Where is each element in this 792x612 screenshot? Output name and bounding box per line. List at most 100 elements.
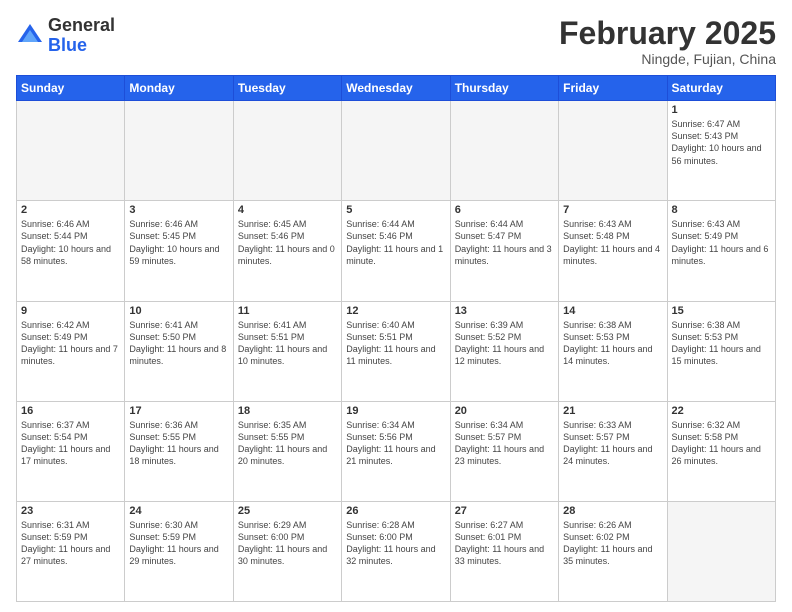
weekday-header: Wednesday bbox=[342, 76, 450, 101]
day-info: Sunrise: 6:42 AMSunset: 5:49 PMDaylight:… bbox=[21, 319, 120, 368]
day-number: 16 bbox=[21, 405, 120, 417]
day-info: Sunrise: 6:35 AMSunset: 5:55 PMDaylight:… bbox=[238, 419, 337, 468]
page: General Blue February 2025 Ningde, Fujia… bbox=[0, 0, 792, 612]
day-info: Sunrise: 6:46 AMSunset: 5:45 PMDaylight:… bbox=[129, 218, 228, 267]
calendar-cell bbox=[233, 101, 341, 201]
calendar-cell: 7Sunrise: 6:43 AMSunset: 5:48 PMDaylight… bbox=[559, 201, 667, 301]
day-info: Sunrise: 6:31 AMSunset: 5:59 PMDaylight:… bbox=[21, 519, 120, 568]
day-number: 17 bbox=[129, 405, 228, 417]
day-number: 27 bbox=[455, 505, 554, 517]
day-info: Sunrise: 6:27 AMSunset: 6:01 PMDaylight:… bbox=[455, 519, 554, 568]
calendar-header: SundayMondayTuesdayWednesdayThursdayFrid… bbox=[17, 76, 776, 101]
calendar-week-row: 16 Sunrise: 6:37 AMSunset: 5:54 PMDayligh… bbox=[17, 401, 776, 501]
calendar-cell: 14 Sunrise: 6:38 AMSunset: 5:53 PMDayligh… bbox=[559, 301, 667, 401]
calendar-cell: 2 Sunrise: 6:46 AMSunset: 5:44 PMDaylight… bbox=[17, 201, 125, 301]
day-info: Sunrise: 6:34 AMSunset: 5:56 PMDaylight:… bbox=[346, 419, 445, 468]
calendar-cell: 17 Sunrise: 6:36 AMSunset: 5:55 PMDayligh… bbox=[125, 401, 233, 501]
calendar-cell bbox=[559, 101, 667, 201]
day-number: 20 bbox=[455, 405, 554, 417]
day-info: Sunrise: 6:41 AMSunset: 5:51 PMDaylight:… bbox=[238, 319, 337, 368]
title-block: February 2025 Ningde, Fujian, China bbox=[559, 16, 776, 67]
day-number: 9 bbox=[21, 305, 120, 317]
day-info: Sunrise: 6:38 AMSunset: 5:53 PMDaylight:… bbox=[563, 319, 662, 368]
calendar-cell: 27 Sunrise: 6:27 AMSunset: 6:01 PMDayligh… bbox=[450, 501, 558, 601]
calendar-cell: 28 Sunrise: 6:26 AMSunset: 6:02 PMDayligh… bbox=[559, 501, 667, 601]
weekday-header: Monday bbox=[125, 76, 233, 101]
calendar-cell: 1 Sunrise: 6:47 AMSunset: 5:43 PMDaylight… bbox=[667, 101, 775, 201]
calendar-cell: 11 Sunrise: 6:41 AMSunset: 5:51 PMDayligh… bbox=[233, 301, 341, 401]
day-number: 3 bbox=[129, 204, 228, 216]
day-number: 25 bbox=[238, 505, 337, 517]
logo-general: General bbox=[48, 16, 115, 36]
day-number: 26 bbox=[346, 505, 445, 517]
day-info: Sunrise: 6:32 AMSunset: 5:58 PMDaylight:… bbox=[672, 419, 771, 468]
weekday-header: Saturday bbox=[667, 76, 775, 101]
calendar-cell bbox=[450, 101, 558, 201]
calendar-cell: 10Sunrise: 6:41 AMSunset: 5:50 PMDayligh… bbox=[125, 301, 233, 401]
day-info: Sunrise: 6:47 AMSunset: 5:43 PMDaylight:… bbox=[672, 118, 771, 167]
day-number: 14 bbox=[563, 305, 662, 317]
calendar-cell: 5 Sunrise: 6:44 AMSunset: 5:46 PMDaylight… bbox=[342, 201, 450, 301]
day-info: Sunrise: 6:46 AMSunset: 5:44 PMDaylight:… bbox=[21, 218, 120, 267]
weekday-header: Thursday bbox=[450, 76, 558, 101]
calendar-cell: 19 Sunrise: 6:34 AMSunset: 5:56 PMDayligh… bbox=[342, 401, 450, 501]
day-info: Sunrise: 6:34 AMSunset: 5:57 PMDaylight:… bbox=[455, 419, 554, 468]
calendar-cell: 23 Sunrise: 6:31 AMSunset: 5:59 PMDayligh… bbox=[17, 501, 125, 601]
day-info: Sunrise: 6:26 AMSunset: 6:02 PMDaylight:… bbox=[563, 519, 662, 568]
day-number: 28 bbox=[563, 505, 662, 517]
calendar-week-row: 9 Sunrise: 6:42 AMSunset: 5:49 PMDaylight… bbox=[17, 301, 776, 401]
day-number: 18 bbox=[238, 405, 337, 417]
day-number: 2 bbox=[21, 204, 120, 216]
day-number: 10 bbox=[129, 305, 228, 317]
day-number: 19 bbox=[346, 405, 445, 417]
weekday-header: Tuesday bbox=[233, 76, 341, 101]
day-info: Sunrise: 6:28 AMSunset: 6:00 PMDaylight:… bbox=[346, 519, 445, 568]
calendar-body: 1 Sunrise: 6:47 AMSunset: 5:43 PMDaylight… bbox=[17, 101, 776, 602]
calendar-cell: 25 Sunrise: 6:29 AMSunset: 6:00 PMDayligh… bbox=[233, 501, 341, 601]
calendar-table: SundayMondayTuesdayWednesdayThursdayFrid… bbox=[16, 75, 776, 602]
calendar-week-row: 1 Sunrise: 6:47 AMSunset: 5:43 PMDaylight… bbox=[17, 101, 776, 201]
calendar-cell: 4Sunrise: 6:45 AMSunset: 5:46 PMDaylight… bbox=[233, 201, 341, 301]
day-info: Sunrise: 6:29 AMSunset: 6:00 PMDaylight:… bbox=[238, 519, 337, 568]
day-info: Sunrise: 6:44 AMSunset: 5:46 PMDaylight:… bbox=[346, 218, 445, 267]
calendar-week-row: 23 Sunrise: 6:31 AMSunset: 5:59 PMDayligh… bbox=[17, 501, 776, 601]
calendar-cell bbox=[17, 101, 125, 201]
day-info: Sunrise: 6:43 AMSunset: 5:48 PMDaylight:… bbox=[563, 218, 662, 267]
calendar-cell: 18 Sunrise: 6:35 AMSunset: 5:55 PMDayligh… bbox=[233, 401, 341, 501]
day-number: 11 bbox=[238, 305, 337, 317]
day-info: Sunrise: 6:40 AMSunset: 5:51 PMDaylight:… bbox=[346, 319, 445, 368]
day-number: 23 bbox=[21, 505, 120, 517]
calendar-cell: 3 Sunrise: 6:46 AMSunset: 5:45 PMDaylight… bbox=[125, 201, 233, 301]
day-number: 24 bbox=[129, 505, 228, 517]
day-info: Sunrise: 6:36 AMSunset: 5:55 PMDaylight:… bbox=[129, 419, 228, 468]
calendar-week-row: 2 Sunrise: 6:46 AMSunset: 5:44 PMDaylight… bbox=[17, 201, 776, 301]
day-info: Sunrise: 6:43 AMSunset: 5:49 PMDaylight:… bbox=[672, 218, 771, 267]
logo-text: General Blue bbox=[48, 16, 115, 56]
calendar-cell: 24 Sunrise: 6:30 AMSunset: 5:59 PMDayligh… bbox=[125, 501, 233, 601]
weekday-row: SundayMondayTuesdayWednesdayThursdayFrid… bbox=[17, 76, 776, 101]
day-info: Sunrise: 6:37 AMSunset: 5:54 PMDaylight:… bbox=[21, 419, 120, 468]
location: Ningde, Fujian, China bbox=[559, 51, 776, 67]
calendar-cell: 6Sunrise: 6:44 AMSunset: 5:47 PMDaylight… bbox=[450, 201, 558, 301]
day-info: Sunrise: 6:30 AMSunset: 5:59 PMDaylight:… bbox=[129, 519, 228, 568]
day-number: 12 bbox=[346, 305, 445, 317]
weekday-header: Friday bbox=[559, 76, 667, 101]
day-number: 4 bbox=[238, 204, 337, 216]
calendar-cell bbox=[342, 101, 450, 201]
weekday-header: Sunday bbox=[17, 76, 125, 101]
day-number: 21 bbox=[563, 405, 662, 417]
logo-blue: Blue bbox=[48, 36, 115, 56]
day-number: 8 bbox=[672, 204, 771, 216]
calendar-cell: 20 Sunrise: 6:34 AMSunset: 5:57 PMDayligh… bbox=[450, 401, 558, 501]
month-year: February 2025 bbox=[559, 16, 776, 51]
header: General Blue February 2025 Ningde, Fujia… bbox=[16, 16, 776, 67]
calendar-cell: 16 Sunrise: 6:37 AMSunset: 5:54 PMDayligh… bbox=[17, 401, 125, 501]
calendar-cell: 21 Sunrise: 6:33 AMSunset: 5:57 PMDayligh… bbox=[559, 401, 667, 501]
day-info: Sunrise: 6:33 AMSunset: 5:57 PMDaylight:… bbox=[563, 419, 662, 468]
day-number: 1 bbox=[672, 104, 771, 116]
day-number: 6 bbox=[455, 204, 554, 216]
calendar-cell: 9 Sunrise: 6:42 AMSunset: 5:49 PMDaylight… bbox=[17, 301, 125, 401]
day-number: 5 bbox=[346, 204, 445, 216]
calendar-cell: 22Sunrise: 6:32 AMSunset: 5:58 PMDayligh… bbox=[667, 401, 775, 501]
logo: General Blue bbox=[16, 16, 115, 56]
